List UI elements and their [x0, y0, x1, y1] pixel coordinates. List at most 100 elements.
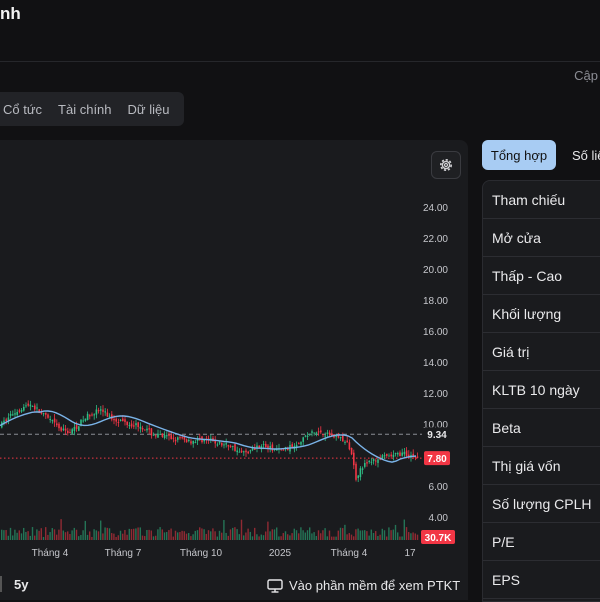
volume-bar: [221, 532, 223, 540]
volume-bar: [302, 530, 304, 540]
volume-bar: [16, 532, 18, 540]
stat-beta: Beta: [483, 409, 600, 447]
candle-body: [86, 413, 89, 420]
volume-bar: [137, 527, 139, 540]
y-tick-label: 6.00: [429, 482, 449, 493]
volume-bar: [170, 528, 172, 540]
candle-body: [31, 406, 34, 408]
candle-body: [328, 432, 331, 435]
volume-bar: [300, 527, 302, 540]
candle-body: [148, 428, 150, 430]
volume-bar: [227, 535, 229, 540]
volume-bar: [353, 536, 355, 540]
volume-bar: [370, 529, 372, 540]
volume-bar: [84, 520, 86, 540]
volume-bar: [375, 531, 377, 540]
candle-body: [104, 411, 106, 413]
candle-body: [221, 442, 223, 446]
tab-finance[interactable]: Tài chính: [50, 102, 119, 117]
volume-bar: [75, 529, 78, 540]
tab-figures[interactable]: Số liệ: [572, 140, 600, 170]
volume-bar: [89, 531, 91, 540]
candle-body: [137, 422, 139, 428]
stat-value: Giá trị: [483, 333, 600, 371]
volume-bar: [267, 521, 269, 540]
volume-bar: [397, 532, 399, 540]
volume-bar: [350, 534, 353, 540]
candle-body: [161, 433, 164, 438]
candle-body: [366, 462, 368, 464]
candle-body: [27, 403, 29, 406]
candle-body: [163, 435, 166, 439]
tab-summary[interactable]: Tổng hợp: [482, 140, 556, 170]
tab-bar: Cổ tức Tài chính Dữ liệu: [0, 92, 184, 126]
update-link[interactable]: Cập: [574, 68, 598, 83]
candle-body: [139, 426, 142, 429]
candle-body: [350, 447, 353, 455]
volume-bar: [174, 530, 177, 540]
candle-body: [229, 445, 232, 448]
volume-bar: [284, 531, 287, 540]
volume-bar: [12, 535, 14, 540]
volume-bar: [201, 528, 203, 540]
stat-volume: Khối lượng: [483, 295, 600, 333]
volume-bar: [359, 530, 361, 540]
volume-bar: [403, 519, 405, 540]
volume-bar: [282, 533, 284, 540]
candle-body: [49, 418, 51, 420]
candle-body: [159, 433, 161, 435]
volume-bar: [71, 530, 73, 540]
tab-dividends[interactable]: Cổ tức: [0, 102, 50, 117]
volume-bar: [346, 534, 348, 540]
volume-bar: [399, 536, 401, 540]
candle-body: [82, 420, 84, 422]
tab-data[interactable]: Dữ liệu: [120, 102, 178, 117]
volume-bar: [106, 527, 108, 540]
candle-body: [249, 450, 252, 452]
candle-body: [271, 444, 274, 451]
candle-body: [188, 439, 190, 441]
volume-bar: [291, 533, 293, 540]
volume-bar: [183, 531, 185, 540]
y-tick-label: 12.00: [423, 389, 448, 400]
volume-bar: [320, 533, 322, 540]
candle-body: [401, 452, 403, 456]
candle-body: [170, 435, 172, 439]
candle-body: [357, 475, 359, 479]
candle-body: [355, 463, 357, 480]
x-tick-label: 17: [404, 548, 416, 559]
volume-bar: [113, 533, 115, 540]
candle-body: [119, 419, 122, 422]
x-tick-label: Tháng 4: [32, 548, 69, 559]
volume-bar: [278, 536, 280, 540]
range-5y-button[interactable]: 5y: [14, 577, 28, 592]
volume-bar: [364, 530, 366, 540]
y-tick-label: 16.00: [423, 327, 448, 338]
volume-bar: [157, 529, 159, 540]
volume-bar: [60, 519, 62, 540]
y-tick-label: 20.00: [423, 265, 448, 276]
candle-body: [25, 405, 27, 407]
chart-settings-button[interactable]: [431, 151, 461, 179]
volume-bar: [210, 531, 212, 540]
volume-bar: [14, 529, 16, 540]
volume-bar: [366, 531, 368, 540]
candle-body: [317, 431, 320, 433]
volume-bar: [166, 532, 168, 540]
volume-bar: [36, 529, 38, 540]
candle-body: [5, 419, 7, 422]
candle-body: [75, 425, 78, 429]
volume-bar: [245, 532, 247, 540]
volume-bar: [216, 536, 218, 540]
price-chart[interactable]: 24.0022.0020.0018.0016.0014.0012.0010.00…: [0, 140, 468, 576]
candle-body: [100, 409, 102, 411]
volume-bar: [289, 535, 291, 540]
volume-bar: [124, 529, 126, 540]
ptkt-link[interactable]: Vào phần mềm để xem PTKT: [267, 578, 460, 593]
candle-body: [403, 451, 406, 455]
volume-bar: [62, 530, 64, 540]
candle-body: [179, 437, 181, 439]
candle-body: [34, 405, 36, 410]
candle-body: [311, 431, 313, 433]
volume-bar: [355, 529, 357, 540]
